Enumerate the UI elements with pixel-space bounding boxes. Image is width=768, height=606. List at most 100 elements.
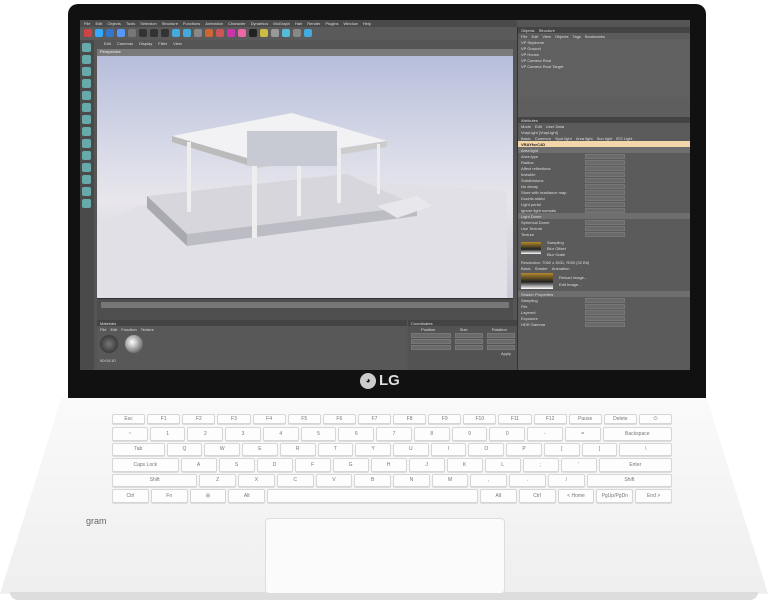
objects-menu-item[interactable]: Bookmarks [585,34,605,39]
attribute-field[interactable] [585,195,625,201]
attributes-menu-item[interactable]: Edit [535,124,542,129]
key[interactable]: Enter [598,458,672,472]
attributes-tab[interactable]: Area light [576,136,593,141]
touchpad[interactable] [265,518,505,594]
key[interactable]: J [408,458,445,472]
viewport-menu-item[interactable]: Cameras [117,41,133,46]
key[interactable]: F8 [393,414,427,424]
key[interactable]: Pause [568,414,602,424]
toolbar-icon[interactable] [205,29,213,37]
attribute-field[interactable] [585,303,625,309]
key[interactable]: F1 [147,414,181,424]
objects-menu-item[interactable]: Tags [573,34,581,39]
menu-item[interactable]: Animation [205,21,223,26]
key[interactable]: F12 [533,414,567,424]
sidebar-tool-icon[interactable] [82,115,91,124]
sidebar-tool-icon[interactable] [82,175,91,184]
key[interactable]: < Home [557,489,595,503]
key[interactable]: . [509,473,546,487]
key[interactable]: G [332,458,369,472]
toolbar-icon[interactable] [304,29,312,37]
key[interactable]: S [218,458,255,472]
key[interactable]: - [527,427,563,441]
toolbar-icon[interactable] [227,29,235,37]
key[interactable]: Z [199,473,237,487]
menu-item[interactable]: Dynamics [251,21,269,26]
menu-item[interactable]: Plugins [325,21,338,26]
attributes-tab[interactable]: Common [535,136,551,141]
materials-menu-item[interactable]: File [100,327,106,332]
attribute-field[interactable] [585,297,625,303]
objects-menu-item[interactable]: Edit [531,34,538,39]
key[interactable]: T [317,442,354,456]
toolbar-icon[interactable] [106,29,114,37]
menu-item[interactable]: Window [344,21,358,26]
key[interactable]: P [506,442,542,456]
attribute-field[interactable] [585,177,625,183]
menu-item[interactable]: Tools [126,21,135,26]
menu-item[interactable]: Objects [107,21,121,26]
key[interactable]: 7 [376,427,412,441]
key[interactable]: ' [560,458,597,472]
key[interactable]: , [470,473,508,487]
key[interactable]: V [315,473,353,487]
shader-tab[interactable]: Basic [521,266,531,271]
key[interactable]: ] [581,442,618,456]
key[interactable]: 0 [489,427,526,441]
key[interactable]: Q [166,442,203,456]
sidebar-tool-icon[interactable] [82,151,91,160]
key[interactable]: Y [355,442,391,456]
attribute-field[interactable] [585,201,625,207]
attribute-field[interactable] [585,189,625,195]
key[interactable]: ; [522,458,559,472]
toolbar-icon[interactable] [117,29,125,37]
key[interactable]: Alt [479,489,517,503]
key[interactable]: B [354,473,392,487]
attribute-field[interactable] [585,153,625,159]
sidebar-tool-icon[interactable] [82,163,91,172]
menu-item[interactable]: Render [307,21,320,26]
key[interactable]: F4 [252,414,286,424]
sidebar-tool-icon[interactable] [82,127,91,136]
key[interactable]: [ [543,442,580,456]
key[interactable]: F11 [498,414,532,424]
key[interactable]: W [204,442,241,456]
toolbar-icon[interactable] [95,29,103,37]
key[interactable]: M [431,473,469,487]
menu-item[interactable]: Functions [183,21,200,26]
toolbar-icon[interactable] [161,29,169,37]
objects-tab[interactable]: Objects [521,28,535,33]
menu-item[interactable]: Help [363,21,371,26]
sidebar-tool-icon[interactable] [82,103,91,112]
key[interactable]: 5 [300,427,337,441]
key[interactable]: Tab [112,442,165,456]
key[interactable]: ⏻ [638,414,672,424]
objects-menu-item[interactable]: File [521,34,527,39]
attribute-field[interactable] [585,315,625,321]
toolbar-icon[interactable] [183,29,191,37]
attributes-menu-item[interactable]: Mode [521,124,531,129]
key[interactable]: L [484,458,521,472]
objects-tab[interactable]: Structure [539,28,555,33]
key[interactable]: Fn [150,489,188,503]
attribute-field[interactable] [585,207,625,213]
key[interactable]: Ctrl [112,489,149,503]
key[interactable] [267,489,478,503]
toolbar-icon[interactable] [238,29,246,37]
attribute-field[interactable] [585,165,625,171]
sidebar-tool-icon[interactable] [82,79,91,88]
attribute-field[interactable] [585,171,625,177]
attributes-tab[interactable]: Basic [521,136,531,141]
object-item[interactable]: VP Camera Root Target [518,63,690,69]
toolbar-icon[interactable] [128,29,136,37]
sidebar-tool-icon[interactable] [82,43,91,52]
toolbar-icon[interactable] [194,29,202,37]
key[interactable]: = [564,427,601,441]
key[interactable]: C [276,473,314,487]
key[interactable]: R [279,442,316,456]
attribute-field[interactable] [585,219,625,225]
sidebar-tool-icon[interactable] [82,55,91,64]
key[interactable]: 9 [451,427,488,441]
reload-image-button[interactable]: Reload Image... [559,275,587,280]
key[interactable]: I [430,442,467,456]
